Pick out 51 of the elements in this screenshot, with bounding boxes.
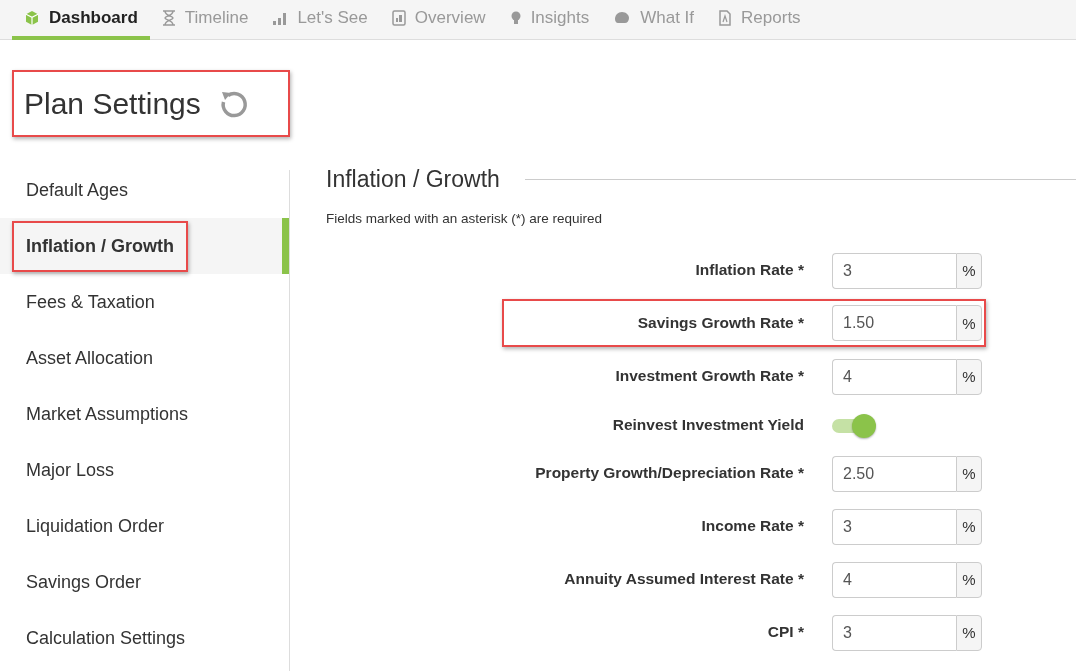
sidebar-item[interactable]: Major Loss <box>0 442 289 498</box>
sidebar-item-label: Fees & Taxation <box>25 290 156 314</box>
percent-addon: % <box>956 305 982 341</box>
percent-addon: % <box>956 614 982 651</box>
percent-addon: % <box>956 561 982 598</box>
pdf-file-icon <box>718 10 733 26</box>
sidebar-item-label: Calculation Settings <box>25 626 187 650</box>
sidebar-item[interactable]: Savings Order <box>0 554 289 610</box>
field-label: Annuity Assumed Interest Rate * <box>563 569 804 590</box>
field-label: CPI * <box>766 622 804 643</box>
sidebar-item-label: Default Ages <box>25 178 130 202</box>
sidebar-item-label: Asset Allocation <box>25 346 155 370</box>
section-heading: Inflation / Growth <box>326 166 500 193</box>
percent-addon: % <box>956 508 982 545</box>
sidebar-item[interactable]: Fees & Taxation <box>0 274 289 330</box>
sidebar-item-label: Major Loss <box>25 458 116 482</box>
nav-tab[interactable]: Dashboard <box>12 0 150 40</box>
rate-input[interactable]: 3 <box>832 252 956 289</box>
sidebar-item-label: Savings Order <box>25 570 143 594</box>
sidebar-item[interactable]: Liquidation Order <box>0 498 289 554</box>
rate-input[interactable]: 3 <box>832 614 956 651</box>
sidebar-item-label: Inflation / Growth <box>12 220 188 272</box>
field-label: Savings Growth Rate * <box>636 312 804 333</box>
rate-input[interactable]: 1.50 <box>832 305 956 341</box>
percent-addon: % <box>956 252 982 289</box>
document-chart-icon <box>391 10 406 26</box>
rate-input[interactable]: 4 <box>832 561 956 598</box>
rate-input[interactable]: 4 <box>832 358 956 395</box>
field-label: Income Rate * <box>700 516 804 537</box>
lightbulb-icon <box>509 10 522 26</box>
sidebar-item[interactable]: Default Ages <box>0 162 289 218</box>
field-label: Investment Growth Rate * <box>614 366 804 387</box>
rate-input[interactable]: 2.50 <box>832 455 956 492</box>
bar-chart-icon <box>272 11 289 25</box>
page-title: Plan Settings <box>24 86 201 121</box>
sidebar-item[interactable]: Calculation Settings <box>0 610 289 666</box>
percent-addon: % <box>956 455 982 492</box>
sidebar-item-label: Market Assumptions <box>25 402 190 426</box>
sidebar-item-label: Liquidation Order <box>25 514 166 538</box>
sidebar-item[interactable]: Market Assumptions <box>0 386 289 442</box>
rate-input[interactable]: 3 <box>832 508 956 545</box>
toggle-switch[interactable] <box>832 414 878 436</box>
field-label: Reinvest Investment Yield <box>611 414 804 435</box>
field-label: Inflation Rate * <box>694 260 804 281</box>
field-label: Property Growth/Depreciation Rate * <box>534 463 804 484</box>
required-note: Fields marked with an asterisk (*) are required <box>326 211 604 226</box>
sidebar-item[interactable]: Inflation / Growth <box>0 218 289 274</box>
sidebar-item[interactable]: Asset Allocation <box>0 330 289 386</box>
percent-addon: % <box>956 358 982 395</box>
cube-icon <box>24 10 40 26</box>
hourglass-icon <box>161 10 176 26</box>
